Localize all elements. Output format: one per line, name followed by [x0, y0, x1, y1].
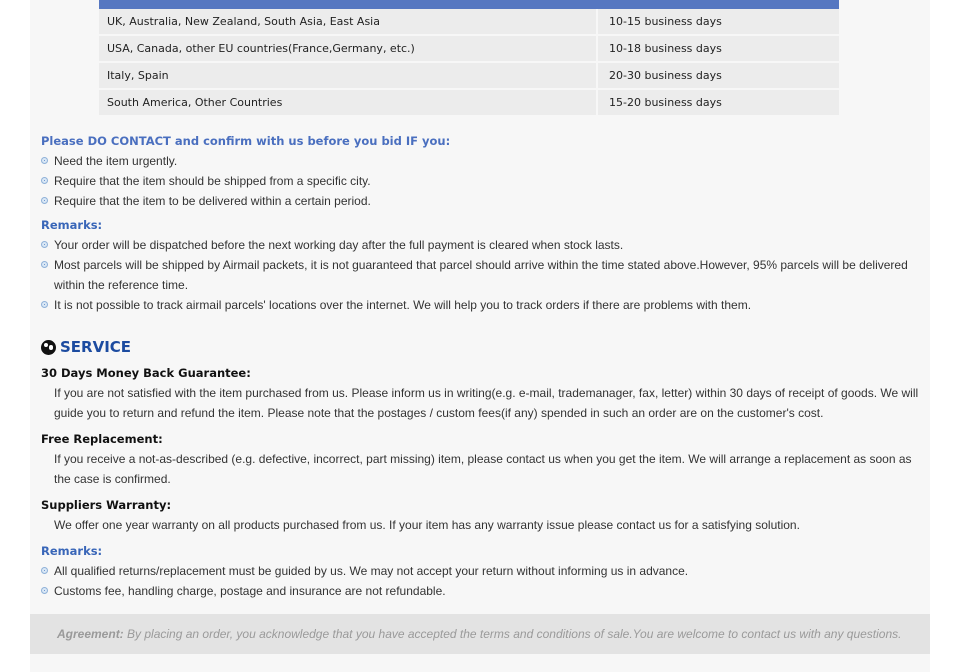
list-item: Need the item urgently.: [41, 151, 371, 171]
delivery-time-cell: 15-20 business days: [598, 90, 839, 115]
service-heading: SERVICE: [41, 338, 131, 356]
delivery-time-cell: 20-30 business days: [598, 63, 839, 88]
agreement-bar: Agreement: By placing an order, you ackn…: [30, 614, 930, 654]
table-row: Italy, Spain 20-30 business days: [99, 63, 839, 88]
list-item: All qualified returns/replacement must b…: [41, 561, 921, 581]
region-cell: USA, Canada, other EU countries(France,G…: [99, 36, 596, 61]
region-cell: Italy, Spain: [99, 63, 596, 88]
money-back-heading: 30 Days Money Back Guarantee:: [41, 366, 251, 380]
region-cell: UK, Australia, New Zealand, South Asia, …: [99, 9, 596, 34]
bullet-icon: [41, 587, 48, 594]
replacement-text: If you receive a not-as-described (e.g. …: [54, 452, 912, 486]
bullet-icon: [41, 567, 48, 574]
replacement-heading: Free Replacement:: [41, 432, 163, 446]
description-panel: UK, Australia, New Zealand, South Asia, …: [30, 0, 930, 672]
table-row: UK, Australia, New Zealand, South Asia, …: [99, 9, 839, 34]
service-icon: [41, 339, 56, 355]
remarks-heading: Remarks:: [41, 218, 103, 232]
delivery-time-cell: 10-18 business days: [598, 36, 839, 61]
contact-list: Need the item urgently. Require that the…: [41, 151, 371, 211]
service-title: SERVICE: [60, 338, 132, 356]
table-row: South America, Other Countries 15-20 bus…: [99, 90, 839, 115]
list-item: Customs fee, handling charge, postage an…: [41, 581, 921, 601]
list-item: Require that the item should be shipped …: [41, 171, 371, 191]
bullet-icon: [41, 197, 48, 204]
money-back-text: If you are not satisfied with the item p…: [54, 386, 919, 420]
list-item: Require that the item to be delivered wi…: [41, 191, 371, 211]
list-item: Most parcels will be shipped by Airmail …: [41, 255, 931, 295]
table-header-bar: [99, 0, 839, 9]
region-cell: South America, Other Countries: [99, 90, 596, 115]
shipping-time-table: UK, Australia, New Zealand, South Asia, …: [99, 0, 839, 117]
agreement-text: By placing an order, you acknowledge tha…: [123, 627, 902, 641]
remarks-list: Your order will be dispatched before the…: [41, 235, 931, 315]
list-item: It is not possible to track airmail parc…: [41, 295, 931, 315]
list-item: Your order will be dispatched before the…: [41, 235, 931, 255]
contact-heading: Please DO CONTACT and confirm with us be…: [41, 134, 451, 148]
remarks-heading: Remarks:: [41, 544, 103, 558]
delivery-time-cell: 10-15 business days: [598, 9, 839, 34]
bullet-icon: [41, 301, 48, 308]
table-row: USA, Canada, other EU countries(France,G…: [99, 36, 839, 61]
bullet-icon: [41, 177, 48, 184]
bullet-icon: [41, 241, 48, 248]
bullet-icon: [41, 261, 48, 268]
bullet-icon: [41, 157, 48, 164]
warranty-text: We offer one year warranty on all produc…: [54, 518, 800, 532]
agreement-label: Agreement:: [57, 627, 124, 641]
warranty-heading: Suppliers Warranty:: [41, 498, 172, 512]
remarks-list: All qualified returns/replacement must b…: [41, 561, 921, 601]
